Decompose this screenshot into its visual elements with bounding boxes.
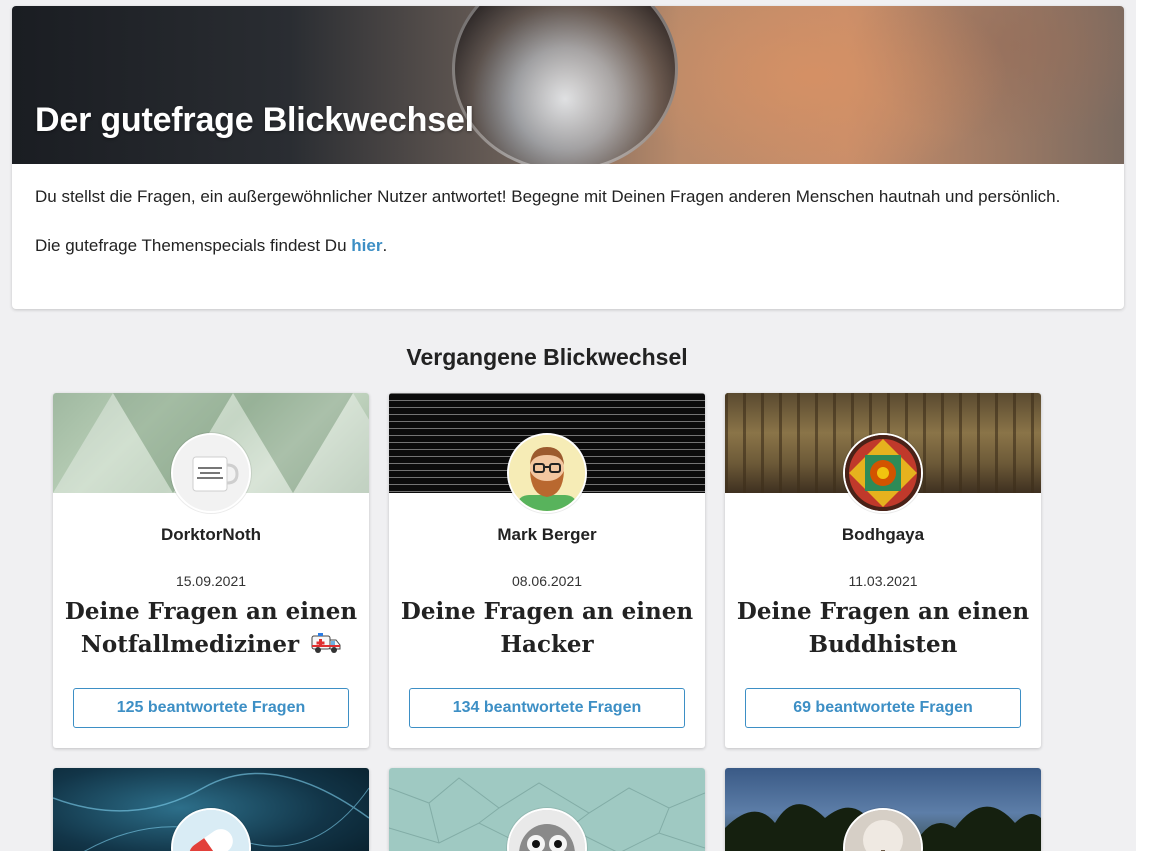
card-date: 08.06.2021 xyxy=(511,573,583,589)
answered-questions-button[interactable]: 69 beantwortete Fragen xyxy=(745,688,1021,728)
card-title: Deine Fragen an einen Buddhisten xyxy=(736,598,1030,658)
mandala-avatar-icon xyxy=(845,435,921,511)
scrollbar-track[interactable] xyxy=(1136,0,1168,851)
blickwechsel-card[interactable] xyxy=(389,768,705,851)
blickwechsel-card[interactable] xyxy=(53,768,369,851)
answered-questions-button[interactable]: 125 beantwortete Fragen xyxy=(73,688,349,728)
specials-prefix: Die gutefrage Themenspecials findest Du xyxy=(35,236,352,255)
hero-intro-text: Du stellst die Fragen, ein außergewöhnli… xyxy=(35,187,1061,206)
specials-link[interactable]: hier xyxy=(351,236,382,255)
ambulance-icon xyxy=(311,630,341,663)
blickwechsel-card[interactable]: Bodhgaya 11.03.2021 Deine Fragen an eine… xyxy=(725,393,1041,748)
blickwechsel-card[interactable]: DorktorNoth 15.09.2021 Deine Fragen an e… xyxy=(53,393,369,748)
hero-banner-image: Der gutefrage Blickwechsel xyxy=(12,6,1124,164)
blickwechsel-card[interactable] xyxy=(725,768,1041,851)
avatar xyxy=(171,433,251,513)
crystal-ball-image xyxy=(452,6,678,164)
blickwechsel-hero-card: Der gutefrage Blickwechsel Du stellst di… xyxy=(12,6,1124,309)
card-author: Mark Berger xyxy=(497,525,597,544)
card-title: Deine Fragen an einen Notfallmediziner xyxy=(63,595,359,663)
section-heading: Vergangene Blickwechsel xyxy=(406,344,688,370)
blickwechsel-card[interactable]: Mark Berger 08.06.2021 Deine Fragen an e… xyxy=(389,393,705,748)
card-title: Deine Fragen an einen Hacker xyxy=(400,598,694,658)
card-author: Bodhgaya xyxy=(841,525,925,544)
page-title: Der gutefrage Blickwechsel xyxy=(35,101,474,139)
hero-description: Du stellst die Fragen, ein außergewöhnli… xyxy=(12,164,1124,258)
card-author: DorktorNoth xyxy=(160,525,262,544)
specials-suffix: . xyxy=(382,236,388,255)
hero-specials-text: Die gutefrage Themenspecials findest Du … xyxy=(35,233,1101,258)
avatar xyxy=(507,433,587,513)
bearded-man-avatar-icon xyxy=(509,435,585,511)
card-date: 15.09.2021 xyxy=(175,573,247,589)
mug-avatar-icon xyxy=(173,435,249,511)
answered-questions-button[interactable]: 134 beantwortete Fragen xyxy=(409,688,685,728)
card-date: 11.03.2021 xyxy=(848,573,918,589)
avatar xyxy=(843,433,923,513)
